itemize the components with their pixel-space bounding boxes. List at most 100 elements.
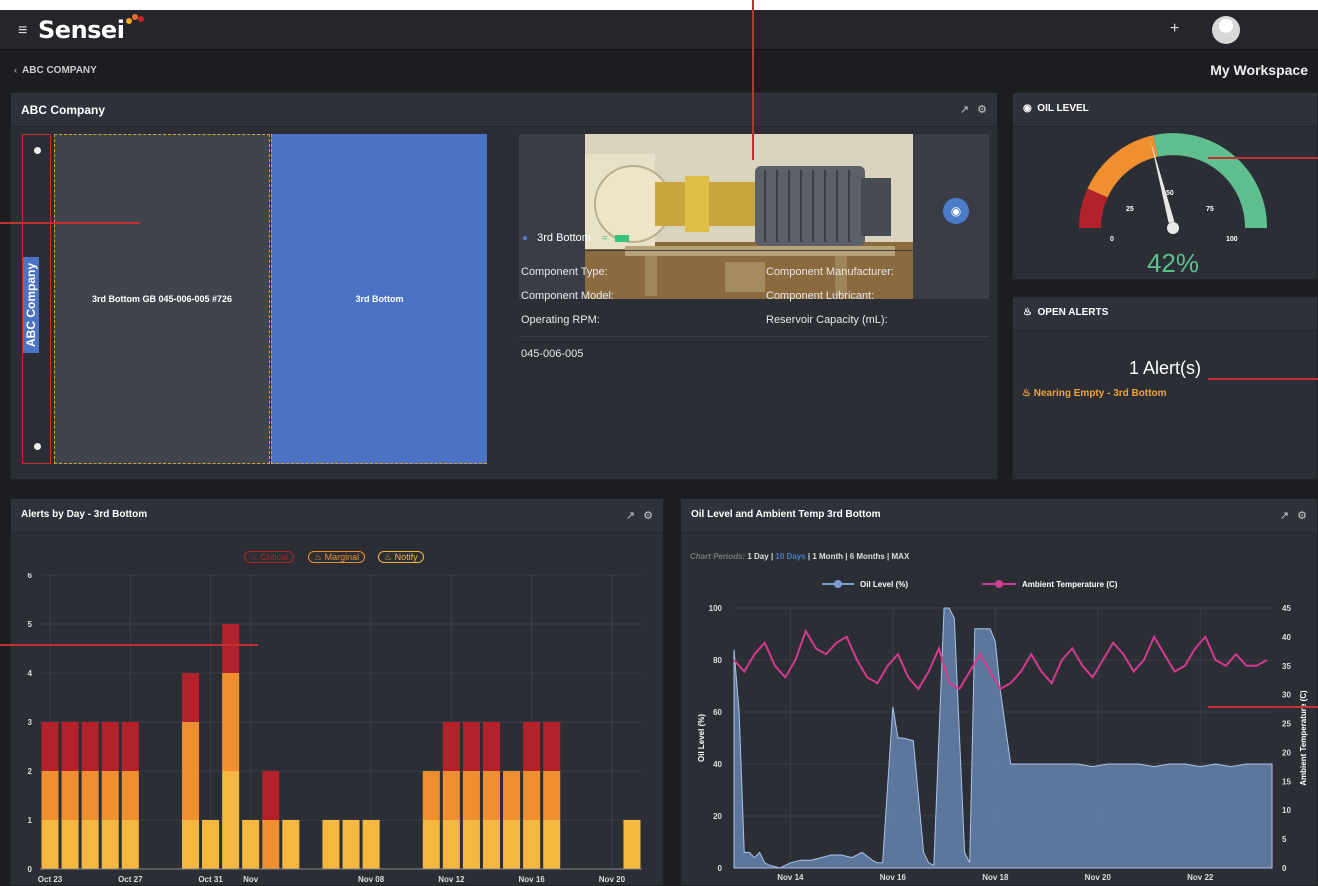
legend-critical[interactable]: ♨ Critical: [244, 551, 295, 563]
legend-oil-label: Oil Level (%): [860, 580, 908, 589]
divider: [519, 336, 989, 337]
legend-notify[interactable]: ♨ Notify: [378, 551, 424, 563]
bar-segment-notify: [342, 820, 360, 869]
tree-root-label: ABC Company: [23, 257, 39, 353]
operating-rpm-label: Operating RPM:: [521, 314, 600, 326]
tree-node-3rd-bottom[interactable]: 3rd Bottom: [271, 134, 487, 464]
period-1-month[interactable]: 1 Month: [812, 552, 843, 561]
legend-marginal[interactable]: ♨ Marginal: [308, 551, 366, 563]
logo-dots-icon: [126, 14, 146, 24]
annotation-line: [752, 0, 754, 160]
open-alerts-title: ♨ OPEN ALERTS: [1023, 307, 1108, 318]
bar-segment-notify: [543, 820, 561, 869]
legend-temp-label: Ambient Temperature (C): [1022, 580, 1118, 589]
bar-segment-marginal: [482, 771, 501, 820]
period-6-months[interactable]: 6 Months: [850, 552, 885, 561]
info-icon[interactable]: ●: [522, 233, 528, 244]
breadcrumb-bar: ‹ ABC COMPANY My Workspace: [0, 60, 1318, 82]
bar-segment-notify: [121, 820, 139, 869]
component-model-label: Component Model:: [521, 290, 614, 302]
gauge-tick-0: 0: [1110, 236, 1114, 243]
bar-segment-notify: [282, 820, 300, 869]
reservoir-capacity-label: Reservoir Capacity (mL):: [766, 314, 888, 326]
x-tick-label: Nov 08: [358, 875, 385, 884]
app-logo[interactable]: Sensei: [38, 16, 125, 44]
bar-segment-marginal: [61, 771, 79, 820]
y2-tick-label: 0: [1282, 864, 1287, 873]
gear-icon[interactable]: ⚙: [1297, 510, 1307, 522]
bell-icon: ♨: [1023, 307, 1032, 318]
period-max[interactable]: MAX: [892, 552, 910, 561]
bar-segment-notify: [242, 820, 260, 869]
y-tick-label: 0: [28, 865, 33, 874]
period-1-day[interactable]: 1 Day: [747, 552, 768, 561]
gear-icon[interactable]: ⚙: [977, 104, 987, 116]
bar-segment-notify: [81, 820, 99, 869]
bar-segment-notify: [523, 820, 541, 869]
bar-segment-marginal: [41, 771, 59, 820]
external-link-icon[interactable]: ↗: [960, 104, 969, 116]
plus-icon[interactable]: +: [1170, 20, 1179, 38]
bar-segment-notify: [442, 820, 460, 869]
alert-item-label: Nearing Empty - 3rd Bottom: [1033, 388, 1167, 399]
x-tick-label: Nov 12: [438, 875, 465, 884]
bell-icon: ♨: [314, 552, 323, 562]
user-avatar[interactable]: [1212, 16, 1240, 44]
bar-segment-marginal: [442, 771, 460, 820]
bar-segment-critical: [262, 771, 280, 820]
alert-item[interactable]: ♨ Nearing Empty - 3rd Bottom: [1022, 388, 1167, 399]
bar-segment-critical: [101, 722, 119, 771]
tree-root-node[interactable]: ABC Company: [22, 134, 51, 464]
camera-button[interactable]: ◉: [943, 198, 969, 224]
alerts-by-day-title: Alerts by Day - 3rd Bottom: [21, 509, 148, 520]
y-axis-title: Oil Level (%): [697, 714, 706, 762]
tree-collapse-dot-icon[interactable]: [34, 147, 41, 154]
bell-icon: ♨: [1022, 388, 1031, 399]
y-tick-label: 3: [28, 718, 33, 727]
chevron-left-icon[interactable]: ‹: [14, 65, 17, 75]
bar-segment-critical: [543, 722, 561, 771]
bar-segment-critical: [41, 722, 59, 771]
bar-segment-marginal: [462, 771, 480, 820]
gear-icon[interactable]: ⚙: [643, 510, 653, 522]
tree-node-3rd-bottom-label: 3rd Bottom: [355, 293, 404, 304]
tree-expand-dot-icon[interactable]: [34, 443, 41, 450]
y2-tick-label: 45: [1282, 604, 1291, 613]
bar-segment-notify: [41, 820, 59, 869]
x-tick-label: Nov 16: [880, 873, 907, 882]
oil-level-value: 42%: [1146, 248, 1200, 278]
component-manufacturer-label: Component Manufacturer:: [766, 266, 894, 278]
y-tick-label: 1: [28, 816, 33, 825]
alerts-by-day-header: Alerts by Day - 3rd Bottom ↗ ⚙: [11, 499, 663, 533]
divider: [519, 250, 989, 251]
y2-tick-label: 30: [1282, 691, 1291, 700]
bar-segment-marginal: [422, 771, 440, 820]
annotation-line: [1208, 157, 1318, 159]
bar-segment-notify: [202, 820, 220, 869]
chart-periods: Chart Periods: 1 Day | 10 Days | 1 Month…: [690, 552, 910, 561]
period-10-days[interactable]: 10 Days: [775, 552, 805, 561]
legend-critical-label: Critical: [260, 552, 289, 562]
gauge-arc-red: [1078, 188, 1108, 229]
hamburger-icon[interactable]: ≡: [18, 22, 27, 40]
tree-node-gearbox[interactable]: 3rd Bottom GB 045-006-005 #726: [54, 134, 270, 464]
workspace-label: My Workspace: [1210, 62, 1308, 78]
breadcrumb-company[interactable]: ABC COMPANY: [22, 65, 97, 76]
external-link-icon[interactable]: ↗: [1280, 510, 1289, 522]
bar-segment-marginal: [503, 771, 521, 820]
legend-oil-marker: [834, 580, 842, 588]
wifi-icon: ≈: [601, 233, 608, 244]
y-tick-label: 5: [28, 620, 33, 629]
workspace-selector[interactable]: My Workspace: [1210, 62, 1308, 78]
bar-segment-notify: [222, 771, 240, 869]
external-link-icon[interactable]: ↗: [626, 510, 635, 522]
company-panel-title: ABC Company: [21, 103, 106, 117]
alerts-bar-chart: 0 1 2 3 4 5 6 Oct 23 Oct 27 Oct 31 Nov Nov 08 Nov 12…: [28, 573, 642, 884]
dashboard-app: ≡ Sensei + ‹ ABC COMPANY My Workspace AB…: [0, 10, 1318, 886]
bell-icon: ♨: [250, 552, 259, 562]
bar-segment-notify: [623, 820, 641, 869]
company-panel-header: ABC Company ↗ ⚙: [11, 93, 997, 127]
bar-segment-critical: [81, 722, 99, 771]
x-tick-label: Nov: [243, 875, 259, 884]
bar-segment-notify: [422, 820, 440, 869]
